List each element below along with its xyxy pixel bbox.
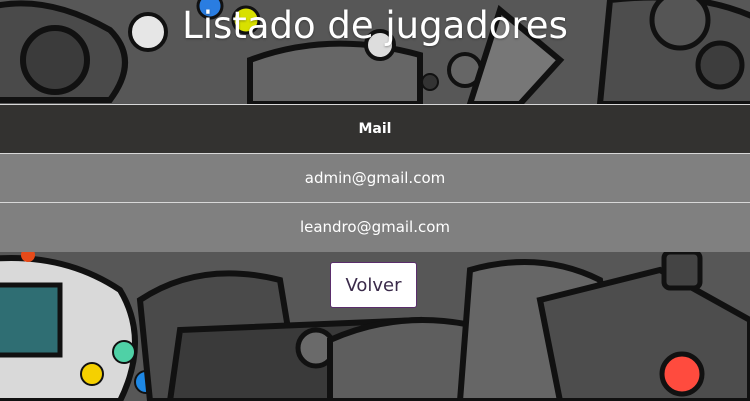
page-title: Listado de jugadores — [182, 4, 568, 47]
table-row: admin@gmail.com — [0, 153, 750, 203]
table-row: leandro@gmail.com — [0, 202, 750, 252]
table-cell-mail: leandro@gmail.com — [299, 218, 451, 237]
table-cell-mail: admin@gmail.com — [304, 169, 446, 187]
back-button[interactable]: Volver — [330, 262, 417, 308]
players-table: Mail admin@gmail.com leandro@gmail.com — [0, 104, 750, 252]
table-header-row: Mail — [0, 104, 750, 154]
column-header-mail: Mail — [358, 121, 392, 137]
page-content: Listado de jugadores Mail admin@gmail.co… — [0, 0, 750, 401]
